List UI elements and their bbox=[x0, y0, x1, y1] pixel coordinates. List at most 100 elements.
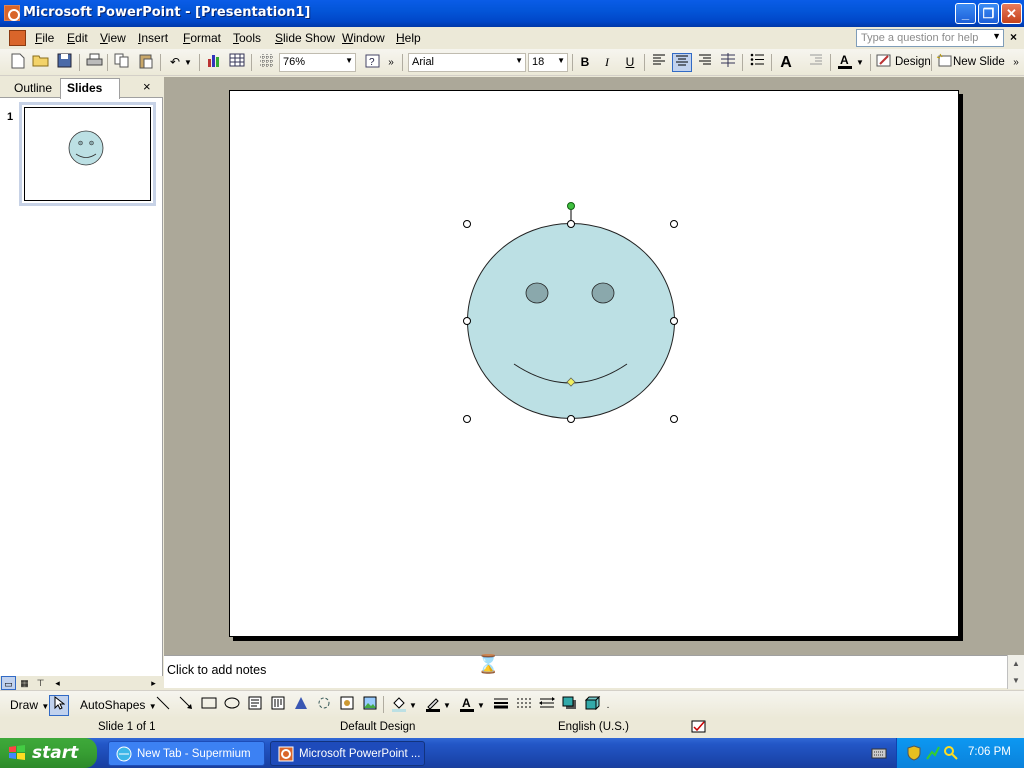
shadow-style-icon[interactable] bbox=[560, 696, 580, 715]
scroll-right-icon[interactable]: ▸ bbox=[146, 676, 161, 690]
menu-slide-show[interactable]: Slide Show bbox=[275, 31, 335, 45]
security-shield-icon[interactable] bbox=[907, 745, 921, 761]
line-color-dropdown-icon[interactable]: ▼ bbox=[442, 696, 452, 715]
print-icon[interactable] bbox=[84, 53, 104, 72]
close-icon[interactable]: × bbox=[143, 79, 151, 94]
3d-style-icon[interactable] bbox=[583, 695, 603, 715]
font-color-draw-dropdown-icon[interactable]: ▼ bbox=[476, 696, 486, 715]
scroll-up-icon[interactable]: ▲ bbox=[1008, 655, 1024, 672]
toolbar-options-icon[interactable]: » bbox=[385, 53, 397, 72]
taskbar-item-supermium[interactable]: New Tab - Supermium bbox=[108, 741, 265, 766]
fill-color-dropdown-icon[interactable]: ▼ bbox=[408, 696, 418, 715]
clip-art-icon[interactable] bbox=[337, 696, 357, 715]
autoshapes-menu-button[interactable]: AutoShapes ▼ bbox=[80, 696, 157, 715]
undo-dropdown-icon[interactable]: ▼ bbox=[182, 53, 194, 72]
draw-menu-button[interactable]: Draw ▼ bbox=[10, 696, 49, 715]
font-size-select[interactable]: 18 ▼ bbox=[528, 53, 568, 72]
normal-view-icon[interactable]: ▭ bbox=[1, 676, 16, 690]
dash-style-icon[interactable] bbox=[514, 696, 534, 715]
close-button[interactable]: ✕ bbox=[1001, 3, 1022, 24]
menu-tools[interactable]: Tools bbox=[233, 31, 261, 45]
insert-table-icon[interactable] bbox=[227, 53, 247, 72]
font-color-dropdown-icon[interactable]: ▼ bbox=[855, 53, 865, 72]
slide-sorter-view-icon[interactable]: ▦ bbox=[17, 676, 32, 690]
align-left-icon[interactable] bbox=[649, 53, 669, 72]
close-document-button[interactable]: × bbox=[1010, 30, 1017, 44]
font-color-icon[interactable]: A bbox=[835, 53, 855, 72]
slide-show-view-icon[interactable]: ⊤ bbox=[33, 676, 48, 690]
rectangle-icon[interactable] bbox=[199, 696, 219, 715]
insert-picture-icon[interactable] bbox=[360, 696, 380, 715]
keyboard-icon[interactable] bbox=[871, 746, 887, 760]
line-color-icon[interactable] bbox=[423, 696, 443, 715]
menu-window[interactable]: Window bbox=[342, 31, 385, 45]
zoom-select[interactable]: 76% ▼ bbox=[279, 53, 356, 72]
tab-outline[interactable]: Outline bbox=[8, 79, 58, 98]
scroll-down-icon[interactable]: ▼ bbox=[1008, 672, 1024, 689]
open-icon[interactable] bbox=[31, 53, 51, 72]
line-spacing-icon[interactable] bbox=[718, 53, 738, 72]
align-right-icon[interactable] bbox=[695, 53, 715, 72]
toolbar-options-icon[interactable]: . bbox=[603, 696, 613, 715]
start-button[interactable]: start bbox=[0, 738, 97, 768]
tab-slides[interactable]: Slides bbox=[60, 78, 120, 99]
paste-icon[interactable] bbox=[136, 53, 156, 72]
underline-button[interactable]: U bbox=[620, 53, 640, 72]
menu-format[interactable]: Format bbox=[183, 31, 221, 45]
vertical-text-box-icon[interactable] bbox=[268, 696, 288, 715]
toolbar-options-icon[interactable]: » bbox=[1010, 53, 1022, 72]
smiley-face-shape[interactable] bbox=[467, 223, 675, 419]
bullets-icon[interactable] bbox=[747, 53, 767, 72]
new-icon[interactable] bbox=[8, 53, 28, 72]
search-icon[interactable] bbox=[943, 745, 959, 761]
document-icon[interactable] bbox=[9, 30, 26, 46]
notes-scrollbar[interactable]: ▲ ▼ bbox=[1007, 655, 1024, 689]
restore-button[interactable]: ❐ bbox=[978, 3, 999, 24]
spelling-check-icon[interactable] bbox=[691, 720, 709, 738]
new-slide-icon[interactable] bbox=[934, 53, 954, 72]
text-box-icon[interactable] bbox=[245, 696, 265, 715]
notes-pane[interactable]: Click to add notes bbox=[164, 655, 1007, 688]
chevron-down-icon[interactable]: ▼ bbox=[992, 31, 1001, 41]
design-button[interactable]: Design bbox=[895, 56, 931, 68]
notes-placeholder[interactable]: Click to add notes bbox=[167, 663, 266, 677]
line-style-icon[interactable] bbox=[491, 696, 511, 715]
slide-workspace[interactable] bbox=[164, 77, 1024, 655]
arrow-icon[interactable] bbox=[176, 696, 196, 715]
menu-edit[interactable]: Edit bbox=[67, 31, 88, 45]
slide-thumbnail[interactable] bbox=[19, 102, 156, 206]
insert-chart-icon[interactable] bbox=[204, 53, 224, 72]
slide-canvas[interactable] bbox=[229, 90, 959, 637]
bold-button[interactable]: B bbox=[575, 53, 595, 72]
grid-icon[interactable] bbox=[256, 53, 276, 72]
copy-icon[interactable] bbox=[112, 53, 132, 72]
help-search-input[interactable]: Type a question for help ▼ bbox=[856, 29, 1004, 47]
font-select[interactable]: Arial ▼ bbox=[408, 53, 526, 72]
menu-file[interactable]: File bbox=[35, 31, 54, 45]
fill-color-icon[interactable] bbox=[389, 696, 409, 715]
select-objects-icon[interactable] bbox=[49, 695, 69, 716]
increase-font-size-icon[interactable]: A bbox=[776, 53, 796, 72]
design-icon[interactable] bbox=[874, 53, 894, 72]
wordart-icon[interactable] bbox=[291, 696, 311, 715]
minimize-button[interactable]: _ bbox=[955, 3, 976, 24]
line-icon[interactable] bbox=[153, 696, 173, 715]
scroll-left-icon[interactable]: ◂ bbox=[50, 676, 65, 690]
menu-help[interactable]: Help bbox=[396, 31, 421, 45]
new-slide-button[interactable]: New Slide bbox=[953, 56, 1005, 68]
help-icon[interactable]: ? bbox=[363, 53, 383, 72]
diagram-icon[interactable] bbox=[314, 696, 334, 715]
menu-view[interactable]: View bbox=[100, 31, 126, 45]
font-color-draw-icon[interactable]: A bbox=[457, 696, 477, 715]
decrease-indent-icon[interactable] bbox=[806, 53, 826, 72]
rotation-handle[interactable] bbox=[567, 202, 575, 210]
powerpoint-app-icon[interactable] bbox=[4, 5, 20, 21]
italic-button[interactable]: I bbox=[597, 53, 617, 72]
taskbar-item-powerpoint[interactable]: Microsoft PowerPoint ... bbox=[270, 741, 425, 766]
save-icon[interactable] bbox=[54, 53, 74, 72]
network-icon[interactable] bbox=[925, 745, 941, 761]
oval-icon[interactable] bbox=[222, 696, 242, 715]
menu-insert[interactable]: Insert bbox=[138, 31, 168, 45]
arrow-style-icon[interactable] bbox=[537, 696, 557, 715]
align-center-icon[interactable] bbox=[672, 53, 692, 72]
